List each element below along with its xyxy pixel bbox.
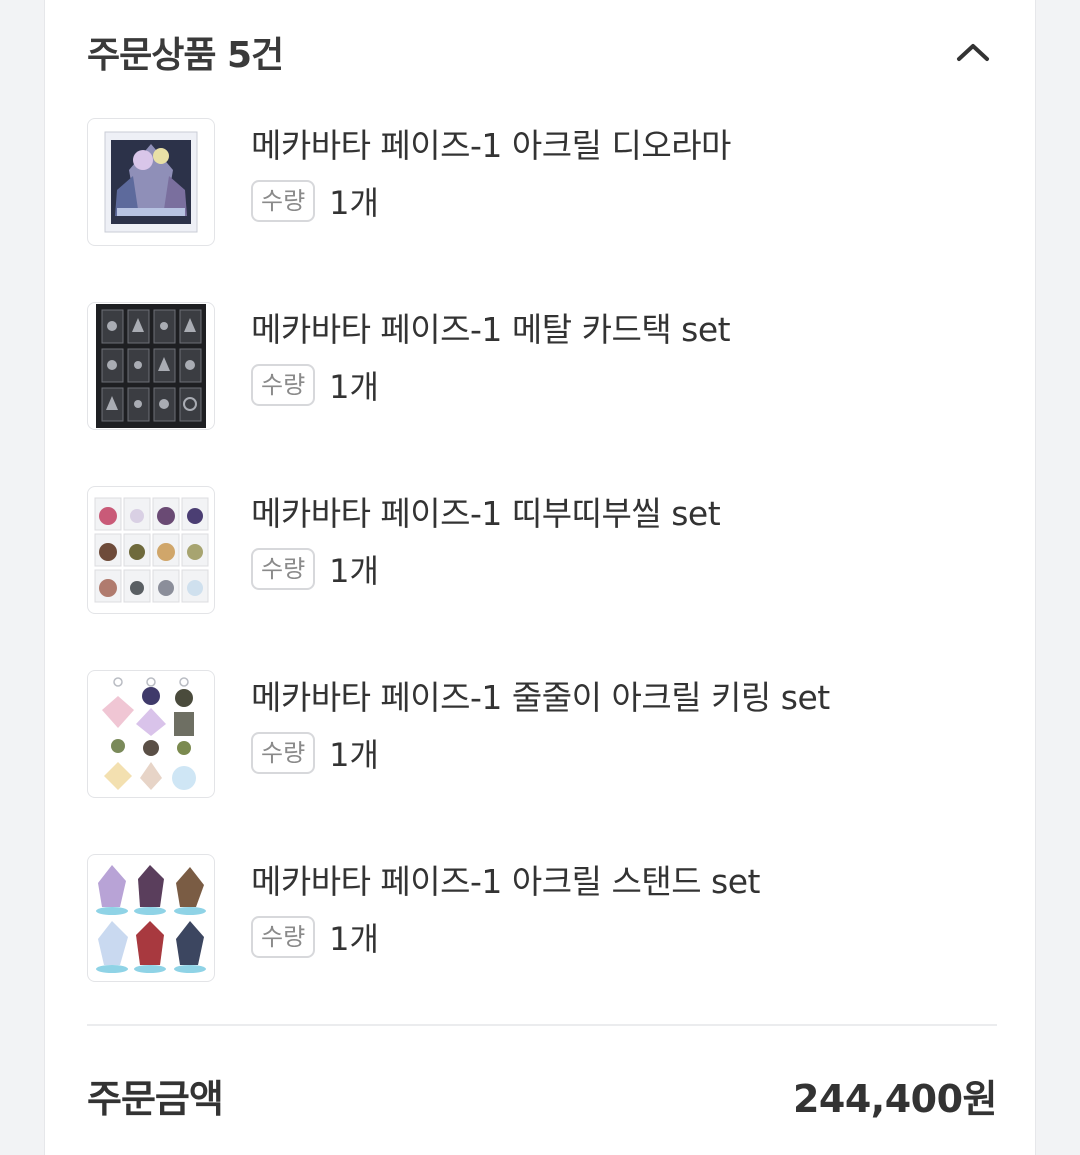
quantity-value: 1개 <box>329 552 379 590</box>
diorama-product-image <box>104 131 198 233</box>
item-info: 메카바타 페이즈-1 메탈 카드택 set 수량 1개 <box>251 302 731 408</box>
product-thumbnail[interactable] <box>87 118 215 246</box>
list-item[interactable]: 메카바타 페이즈-1 줄줄이 아크릴 키링 set 수량 1개 <box>87 670 997 802</box>
quantity-value: 1개 <box>329 184 379 222</box>
quantity-value: 1개 <box>329 368 379 406</box>
order-item-list: 메카바타 페이즈-1 아크릴 디오라마 수량 1개 메카바타 페이즈-1 메탈 … <box>87 118 997 1038</box>
card-tag-product-image <box>96 304 206 428</box>
divider <box>87 1024 997 1026</box>
quantity-badge: 수량 <box>251 180 316 222</box>
item-info: 메카바타 페이즈-1 아크릴 스탠드 set 수량 1개 <box>251 854 760 960</box>
quantity-row: 수량 1개 <box>251 546 720 592</box>
order-items-header[interactable]: 주문상품 5건 <box>87 22 997 82</box>
item-info: 메카바타 페이즈-1 줄줄이 아크릴 키링 set 수량 1개 <box>251 670 830 776</box>
chevron-up-icon <box>957 44 989 61</box>
list-item[interactable]: 메카바타 페이즈-1 아크릴 디오라마 수량 1개 <box>87 118 997 250</box>
product-thumbnail[interactable] <box>87 854 215 982</box>
stand-product-image <box>92 861 210 975</box>
collapse-button[interactable] <box>949 28 997 76</box>
quantity-row: 수량 1개 <box>251 362 730 408</box>
quantity-row: 수량 1개 <box>251 730 830 776</box>
keyring-product-image <box>96 674 206 794</box>
item-name[interactable]: 메카바타 페이즈-1 메탈 카드택 set <box>251 304 731 356</box>
quantity-value: 1개 <box>329 920 379 958</box>
order-total-row: 주문금액 244,400원 <box>87 1060 998 1130</box>
item-info: 메카바타 페이즈-1 띠부띠부씰 set 수량 1개 <box>251 486 721 592</box>
product-thumbnail[interactable] <box>87 486 215 614</box>
quantity-row: 수량 1개 <box>251 178 731 224</box>
list-item[interactable]: 메카바타 페이즈-1 띠부띠부씰 set 수량 1개 <box>87 486 997 618</box>
quantity-badge: 수량 <box>251 916 316 958</box>
item-name[interactable]: 메카바타 페이즈-1 아크릴 스탠드 set <box>251 856 760 908</box>
total-label: 주문금액 <box>87 1076 224 1121</box>
quantity-row: 수량 1개 <box>251 914 760 960</box>
quantity-value: 1개 <box>329 736 379 774</box>
product-thumbnail[interactable] <box>87 670 215 798</box>
order-items-card: 주문상품 5건 메카바타 페이즈-1 아크릴 디오라마 수량 1개 메카바타 페… <box>44 0 1036 1155</box>
item-info: 메카바타 페이즈-1 아크릴 디오라마 수량 1개 <box>251 118 731 224</box>
sticker-product-image <box>93 494 209 606</box>
total-amount: 244,400원 <box>792 1076 998 1121</box>
product-thumbnail[interactable] <box>87 302 215 430</box>
quantity-badge: 수량 <box>251 732 316 774</box>
item-name[interactable]: 메카바타 페이즈-1 아크릴 디오라마 <box>251 120 731 172</box>
item-name[interactable]: 메카바타 페이즈-1 줄줄이 아크릴 키링 set <box>251 672 830 724</box>
quantity-badge: 수량 <box>251 548 316 590</box>
quantity-badge: 수량 <box>251 364 316 406</box>
section-title: 주문상품 5건 <box>87 35 284 76</box>
list-item[interactable]: 메카바타 페이즈-1 메탈 카드택 set 수량 1개 <box>87 302 997 434</box>
list-item[interactable]: 메카바타 페이즈-1 아크릴 스탠드 set 수량 1개 <box>87 854 997 986</box>
item-name[interactable]: 메카바타 페이즈-1 띠부띠부씰 set <box>251 488 721 540</box>
